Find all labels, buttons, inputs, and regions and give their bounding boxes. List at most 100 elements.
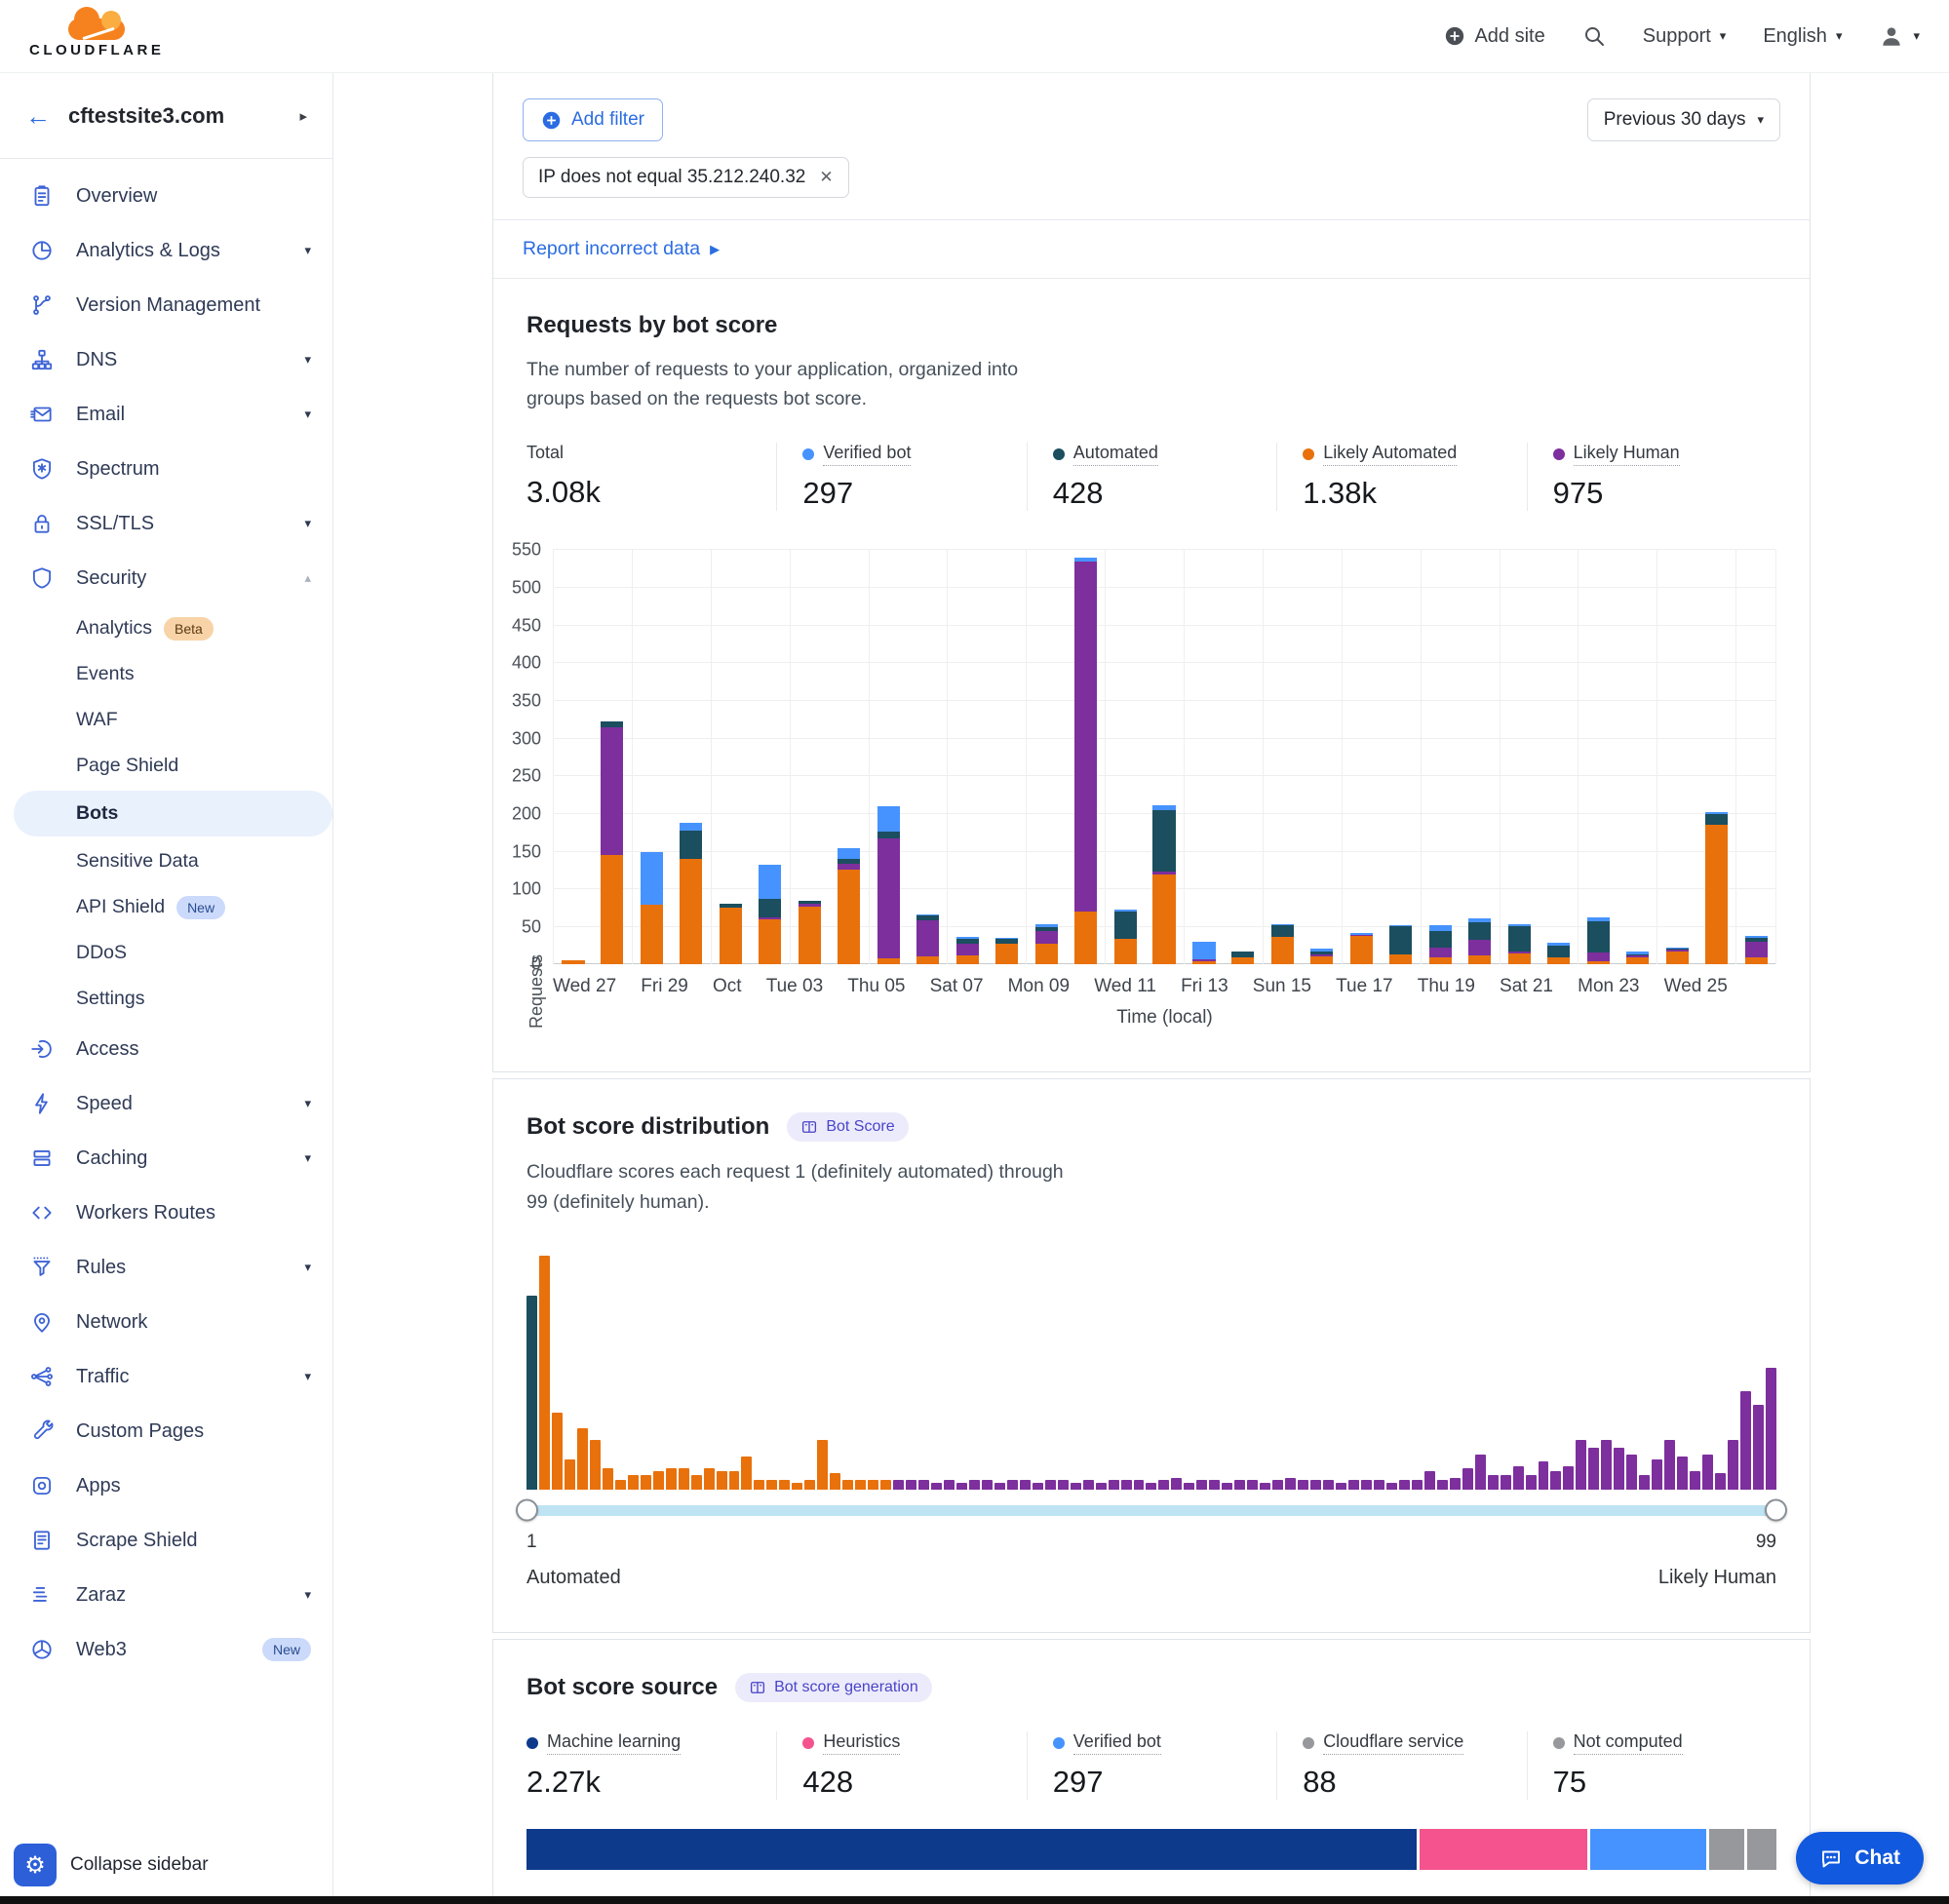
language-menu[interactable]: English ▾: [1763, 25, 1842, 48]
sidebar-item-analytics-logs[interactable]: Analytics & Logs▾: [0, 223, 332, 278]
stat-label-text[interactable]: Cloudflare service: [1323, 1731, 1463, 1755]
chevron-right-icon[interactable]: ▸: [299, 107, 307, 125]
score-range-slider[interactable]: [526, 1505, 1776, 1516]
sidebar-item-security[interactable]: Security▴: [0, 551, 332, 605]
sidebar-item-custom-pages[interactable]: Custom Pages: [0, 1404, 332, 1458]
sidebar-item-apps[interactable]: Apps: [0, 1458, 332, 1513]
sidebar-item-access[interactable]: Access: [0, 1022, 332, 1076]
stat-label-text[interactable]: Not computed: [1574, 1731, 1683, 1755]
stat-label: Total: [526, 443, 776, 465]
stacked-bar: [1587, 550, 1610, 964]
histogram-bar: [741, 1457, 752, 1490]
sidebar-item-label: Speed: [76, 1093, 283, 1115]
histogram-bar: [1184, 1483, 1194, 1490]
bar-slot: [987, 550, 1026, 964]
y-tick-label: 250: [512, 766, 541, 787]
sidebar-item-version-management[interactable]: Version Management: [0, 278, 332, 332]
slider-handle-min[interactable]: [516, 1499, 538, 1522]
sidebar-item-waf[interactable]: WAF: [0, 697, 332, 743]
stat-label-text[interactable]: Machine learning: [547, 1731, 681, 1755]
sidebar-nav: OverviewAnalytics & Logs▾Version Managem…: [0, 159, 332, 1677]
back-arrow-icon[interactable]: ←: [25, 103, 51, 129]
sidebar-item-rules[interactable]: Rules▾: [0, 1240, 332, 1295]
sidebar-item-sensitive-data[interactable]: Sensitive Data: [0, 838, 332, 884]
sidebar-item-label: SSL/TLS: [76, 513, 283, 535]
stat-label-text[interactable]: Heuristics: [823, 1731, 900, 1755]
collapse-sidebar-button[interactable]: Collapse sidebar: [70, 1854, 209, 1876]
source-stats: Machine learning2.27kHeuristics428Verifi…: [526, 1731, 1776, 1800]
x-tick-label: [823, 976, 847, 997]
speed-icon: [29, 1091, 55, 1116]
sidebar-item-speed[interactable]: Speed▾: [0, 1076, 332, 1131]
brand-name: CLOUDFLARE: [29, 42, 164, 58]
sidebar-item-events[interactable]: Events: [0, 651, 332, 697]
sidebar-item-scrape-shield[interactable]: Scrape Shield: [0, 1513, 332, 1568]
bar-segment-likely-human: [1074, 562, 1097, 912]
account-menu[interactable]: ▾: [1879, 23, 1920, 49]
filter-chip[interactable]: IP does not equal 35.212.240.32 ✕: [523, 157, 849, 198]
add-filter-button[interactable]: Add filter: [523, 98, 663, 141]
bar-segment-likely-automated: [1114, 939, 1137, 964]
add-site-button[interactable]: Add site: [1444, 25, 1544, 48]
sidebar-item-caching[interactable]: Caching▾: [0, 1131, 332, 1185]
x-tick-label: [1311, 976, 1336, 997]
sidebar-item-settings[interactable]: Settings: [0, 976, 332, 1022]
stat-label-text[interactable]: Verified bot: [1073, 1731, 1161, 1755]
sidebar-item-analytics[interactable]: AnalyticsBeta: [0, 605, 332, 651]
slider-handle-max[interactable]: [1765, 1499, 1787, 1522]
gear-icon: ⚙: [24, 1851, 46, 1880]
close-icon[interactable]: ✕: [819, 168, 833, 187]
sidebar-item-ssl-tls[interactable]: SSL/TLS▾: [0, 496, 332, 551]
histogram-bar: [615, 1480, 626, 1490]
stat-label-text[interactable]: Verified bot: [823, 443, 911, 466]
histogram-bar: [653, 1471, 664, 1490]
sidebar-item-label: DNS: [76, 349, 283, 371]
sidebar-item-traffic[interactable]: Traffic▾: [0, 1349, 332, 1404]
source-segment-machine-learning: [526, 1829, 1417, 1870]
stat-label-text[interactable]: Automated: [1073, 443, 1158, 466]
date-range-dropdown[interactable]: Previous 30 days ▾: [1587, 98, 1780, 141]
site-selector[interactable]: ← cftestsite3.com ▸: [0, 73, 332, 159]
bar-segment-likely-automated: [1587, 961, 1610, 964]
source-segment-heuristics: [1420, 1829, 1587, 1870]
cloudflare-logo[interactable]: CLOUDFLARE: [29, 19, 164, 58]
x-tick-label: Mon 23: [1578, 976, 1639, 997]
settings-gear-button[interactable]: ⚙: [14, 1844, 57, 1886]
bot-score-doc-badge[interactable]: Bot Score: [787, 1112, 908, 1142]
stat-likely-automated: Likely Automated1.38k: [1276, 443, 1526, 511]
sidebar-item-spectrum[interactable]: Spectrum: [0, 442, 332, 496]
sidebar-item-page-shield[interactable]: Page Shield: [0, 743, 332, 789]
sidebar-item-ddos[interactable]: DDoS: [0, 930, 332, 976]
sidebar-item-overview[interactable]: Overview: [0, 169, 332, 223]
x-tick-label: [1228, 976, 1253, 997]
sidebar-item-web3[interactable]: Web3New: [0, 1622, 332, 1677]
histogram-bar: [641, 1475, 651, 1489]
sidebar-item-dns[interactable]: DNS▾: [0, 332, 332, 387]
sidebar-item-zaraz[interactable]: Zaraz▾: [0, 1568, 332, 1622]
histogram-bar: [931, 1483, 942, 1490]
sidebar-item-network[interactable]: Network: [0, 1295, 332, 1349]
chat-button[interactable]: Chat: [1796, 1832, 1924, 1885]
sidebar-item-bots[interactable]: Bots: [14, 791, 332, 836]
bot-score-generation-badge[interactable]: Bot score generation: [735, 1673, 932, 1702]
stat-label-text[interactable]: Likely Automated: [1323, 443, 1457, 466]
histogram-bar: [1437, 1480, 1448, 1490]
legend-dot: [1303, 448, 1314, 460]
stat-label-text[interactable]: Likely Human: [1574, 443, 1680, 466]
report-incorrect-data-link[interactable]: Report incorrect data: [523, 238, 700, 260]
bar-segment-likely-automated: [1429, 957, 1452, 965]
y-tick-label: 400: [512, 653, 541, 674]
stat-label: Heuristics: [802, 1731, 1026, 1755]
cloudflare-cloud-icon: [68, 19, 125, 40]
sidebar-item-api-shield[interactable]: API ShieldNew: [0, 884, 332, 930]
x-tick-label: Wed 27: [553, 976, 616, 997]
sidebar-item-label: Workers Routes: [76, 1202, 311, 1224]
bar-segment-likely-automated: [1192, 961, 1215, 964]
x-tick-label: Mon 09: [1008, 976, 1070, 997]
sidebar-item-workers-routes[interactable]: Workers Routes: [0, 1185, 332, 1240]
histogram-bar: [1601, 1440, 1612, 1489]
search-button[interactable]: [1582, 24, 1606, 48]
support-menu[interactable]: Support ▾: [1643, 25, 1727, 48]
sidebar-item-label: Rules: [76, 1257, 283, 1279]
sidebar-item-email[interactable]: Email▾: [0, 387, 332, 442]
